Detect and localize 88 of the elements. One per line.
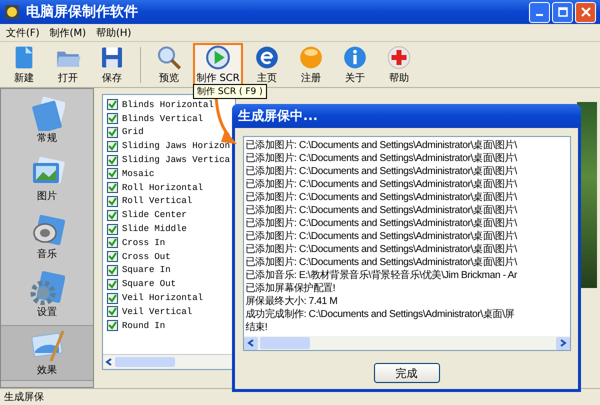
checkbox[interactable]	[107, 182, 118, 194]
effect-label: Sliding Jaws Horizon	[122, 141, 230, 152]
checkbox[interactable]	[107, 320, 118, 332]
effect-label: Square Out	[122, 279, 176, 290]
checkbox[interactable]	[107, 306, 118, 318]
checkbox[interactable]	[107, 210, 118, 221]
checkbox[interactable]	[107, 126, 118, 138]
log-line: 已添加图片: C:\Documents and Settings\Administrator\桌面\图片\	[246, 256, 518, 269]
checkbox[interactable]	[107, 224, 118, 235]
minimize-icon	[536, 14, 543, 16]
close-icon	[580, 7, 590, 17]
checkbox[interactable]	[107, 99, 118, 110]
toolbar-button[interactable]: 帮助	[379, 42, 419, 86]
checkbox[interactable]	[107, 113, 118, 124]
document-stack-icon	[29, 97, 65, 131]
effect-label: Veil Horizontal	[122, 293, 204, 304]
effect-label: Round In	[122, 320, 166, 331]
log-line: 已添加图片: C:\Documents and Settings\Administrator\桌面\图片\	[246, 178, 518, 191]
menu-item[interactable]: 文件(F)	[6, 26, 40, 40]
toolbar-button[interactable]: 制作 SCR	[193, 42, 243, 86]
effect-label: Grid	[122, 127, 144, 138]
toolbar-button[interactable]: 保存	[92, 42, 132, 86]
effect-label: Sliding Jaws Vertica	[122, 155, 230, 166]
log-line: 已添加图片: C:\Documents and Settings\Administrator\桌面\图片\	[246, 191, 518, 204]
menu-item[interactable]: 帮助(H)	[96, 26, 132, 40]
window-title: 电脑屏保制作软件	[26, 3, 139, 21]
checkbox[interactable]	[107, 264, 118, 276]
checkbox[interactable]	[107, 237, 118, 248]
tooltip: 制作 SCR ( F9 )	[193, 84, 267, 99]
toolbar-button[interactable]: 打开	[48, 42, 88, 86]
scroll-left-icon[interactable]	[105, 358, 113, 366]
checkbox[interactable]	[107, 251, 118, 262]
finish-button[interactable]: 完成	[374, 363, 440, 383]
log-line: 屏保最终大小: 7.41 M	[246, 295, 338, 308]
sidebar-item[interactable]: 设置	[1, 267, 93, 323]
close-button[interactable]	[575, 2, 596, 22]
app-icon	[4, 4, 20, 20]
log-line: 已添加图片: C:\Documents and Settings\Administrator\桌面\图片\	[246, 243, 518, 256]
log-line: 成功完成制作: C:\Documents and Settings\Administrator\桌面\屏	[246, 308, 516, 321]
log-line: 已添加屏幕保护配置!	[246, 282, 336, 295]
maximize-button[interactable]	[552, 2, 573, 22]
log-line: 已添加音乐: E:\教材背景音乐\背景轻音乐\优美\Jim Brickman - Ar	[246, 269, 518, 282]
status-text: 生成屏保	[4, 390, 44, 404]
scrollbar-thumb[interactable]	[260, 337, 310, 349]
scroll-left-button[interactable]	[244, 336, 258, 350]
horizontal-scrollbar[interactable]	[244, 336, 570, 350]
effect-label: Veil Vertical	[122, 306, 192, 317]
sidebar-item[interactable]: 常规	[1, 93, 93, 149]
toolbar-button[interactable]: 新建	[4, 42, 44, 86]
menu-item[interactable]: 制作(M)	[50, 26, 86, 40]
scroll-right-button[interactable]	[556, 336, 570, 350]
effect-label: Blinds Horizontal	[122, 100, 214, 110]
effect-label: Blinds Vertical	[122, 114, 204, 124]
dialog-title: 生成屏保中...	[232, 104, 581, 128]
horizontal-scrollbar[interactable]	[103, 354, 235, 369]
paintbrush-picture-icon	[29, 329, 65, 363]
log-line: 已添加图片: C:\Documents and Settings\Administrator\桌面\图片\	[246, 204, 518, 217]
log-line: 已添加图片: C:\Documents and Settings\Administrator\桌面\图片\	[246, 217, 518, 230]
log-line: 结束!	[246, 321, 268, 334]
log-line: 已添加图片: C:\Documents and Settings\Administrator\桌面\图片\	[246, 230, 518, 243]
sidebar-item[interactable]: 音乐	[1, 209, 93, 265]
maximize-icon	[558, 7, 568, 17]
toolbar-button[interactable]: 注册	[291, 42, 331, 86]
log-line: 已添加图片: C:\Documents and Settings\Administrator\桌面\图片\	[246, 139, 518, 152]
log-line: 已添加图片: C:\Documents and Settings\Administrator\桌面\图片\	[246, 165, 518, 178]
checkbox[interactable]	[107, 154, 118, 166]
log-line: 已添加图片: C:\Documents and Settings\Administrator\桌面\图片\	[246, 152, 518, 165]
scrollbar-thumb[interactable]	[115, 357, 175, 367]
effect-label: Slide Middle	[122, 224, 187, 234]
effect-label: Square In	[122, 265, 171, 276]
sidebar-item[interactable]: 图片	[1, 151, 93, 207]
effect-label: Cross In	[122, 238, 166, 248]
checkbox[interactable]	[107, 278, 118, 290]
effect-label: Mosaic	[122, 168, 154, 179]
checkbox[interactable]	[107, 196, 118, 207]
checkbox[interactable]	[107, 140, 118, 152]
effect-label: Roll Horizontal	[122, 182, 204, 193]
minimize-button[interactable]	[529, 2, 550, 22]
effect-label: Slide Center	[122, 210, 187, 220]
checkbox[interactable]	[107, 292, 118, 304]
checkbox[interactable]	[107, 168, 118, 180]
effect-label: Cross Out	[122, 252, 171, 262]
toolbar-button[interactable]: 预览	[149, 42, 189, 86]
gear-icon	[29, 271, 65, 305]
play-icon	[203, 44, 233, 70]
sidebar-item[interactable]: 效果	[1, 325, 93, 381]
effect-label: Roll Vertical	[122, 196, 192, 206]
toolbar-button[interactable]: 关于	[335, 42, 375, 86]
